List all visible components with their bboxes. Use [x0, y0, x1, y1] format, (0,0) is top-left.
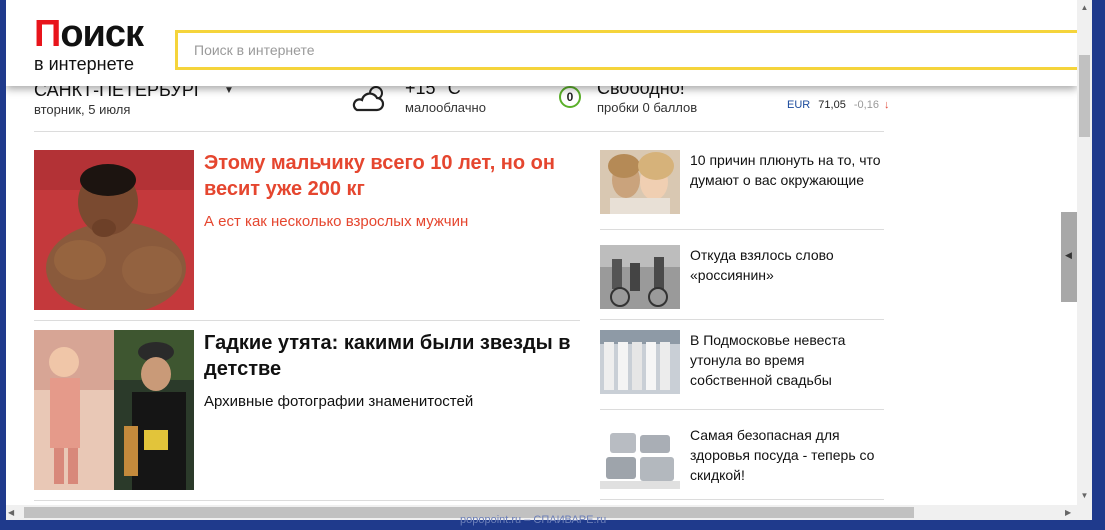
article-title[interactable]: Этому мальчику всего 10 лет, но он весит… — [204, 150, 580, 202]
watermark: popopoint.ru – СПАИВАРЕ.ru — [460, 514, 607, 526]
divider — [600, 409, 884, 410]
logo-rest: оиск — [60, 13, 144, 55]
currency-change: -0,16 — [853, 99, 879, 111]
divider — [600, 319, 884, 320]
chevron-down-icon[interactable]: ▼ — [224, 85, 234, 96]
article-image[interactable] — [600, 150, 680, 214]
divider — [34, 131, 884, 132]
scroll-left-icon[interactable]: ◀ — [8, 505, 20, 520]
divider — [34, 500, 580, 501]
article-image[interactable] — [600, 330, 680, 394]
main-article[interactable]: Гадкие утята: какими были звезды в детст… — [34, 330, 580, 501]
side-article[interactable]: Откуда взялось слово «россиянин» — [600, 245, 884, 320]
arrow-down-icon: ↓ — [884, 99, 890, 111]
article-image[interactable] — [600, 425, 680, 489]
side-panel-toggle[interactable]: ◀ — [1061, 212, 1077, 302]
current-date: вторник, 5 июля — [34, 102, 131, 117]
article-subtitle[interactable]: А ест как несколько взрослых мужчин — [204, 212, 580, 232]
scroll-down-icon[interactable]: ▼ — [1077, 490, 1092, 502]
traffic-description: пробки 0 баллов — [597, 100, 698, 115]
side-article[interactable]: Самая безопасная для здоровья посуда - т… — [600, 425, 884, 500]
article-image[interactable] — [600, 245, 680, 309]
logo-first-letter: П — [34, 13, 61, 55]
side-article-title[interactable]: Самая безопасная для здоровья посуда - т… — [690, 425, 884, 485]
article-image[interactable] — [34, 330, 194, 490]
article-title[interactable]: Гадкие утята: какими были звезды в детст… — [204, 330, 580, 382]
side-article-title[interactable]: В Подмосковье невеста утонула во время с… — [690, 330, 884, 390]
side-article-title[interactable]: 10 причин плюнуть на то, что думают о ва… — [690, 150, 884, 190]
traffic-score-badge[interactable]: 0 — [559, 86, 581, 108]
scrollbar-thumb[interactable] — [1079, 55, 1090, 137]
divider — [34, 320, 580, 321]
article-image[interactable] — [34, 150, 194, 310]
side-article-title[interactable]: Откуда взялось слово «россиянин» — [690, 245, 884, 285]
scroll-up-icon[interactable]: ▲ — [1077, 2, 1092, 14]
side-article[interactable]: В Подмосковье невеста утонула во время с… — [600, 330, 884, 410]
vertical-scrollbar[interactable]: ▲ ▼ — [1077, 0, 1092, 505]
cloud-sun-icon — [352, 86, 385, 112]
chevron-left-icon: ◀ — [1065, 250, 1072, 260]
scroll-right-icon[interactable]: ▶ — [1065, 505, 1077, 520]
divider — [600, 229, 884, 230]
site-header: Поиск в интернете — [6, 0, 1077, 86]
main-article[interactable]: Этому мальчику всего 10 лет, но он весит… — [34, 150, 580, 321]
currency-value: 71,05 — [818, 99, 846, 111]
currency-name: EUR — [787, 99, 811, 111]
currency-rate[interactable]: EUR 71,05 -0,16 ↓ — [787, 99, 890, 111]
article-subtitle[interactable]: Архивные фотографии знаменитостей — [204, 392, 580, 412]
logo-subtitle: в интернете — [34, 54, 135, 74]
search-input[interactable] — [175, 30, 1077, 70]
browser-viewport: САНКТ-ПЕТЕРБУРГ ▼ вторник, 5 июля +15 °C… — [6, 0, 1077, 505]
side-article[interactable]: 10 причин плюнуть на то, что думают о ва… — [600, 150, 884, 230]
site-logo[interactable]: Поиск в интернете — [34, 14, 174, 74]
weather-description: малооблачно — [405, 100, 486, 115]
divider — [600, 499, 884, 500]
